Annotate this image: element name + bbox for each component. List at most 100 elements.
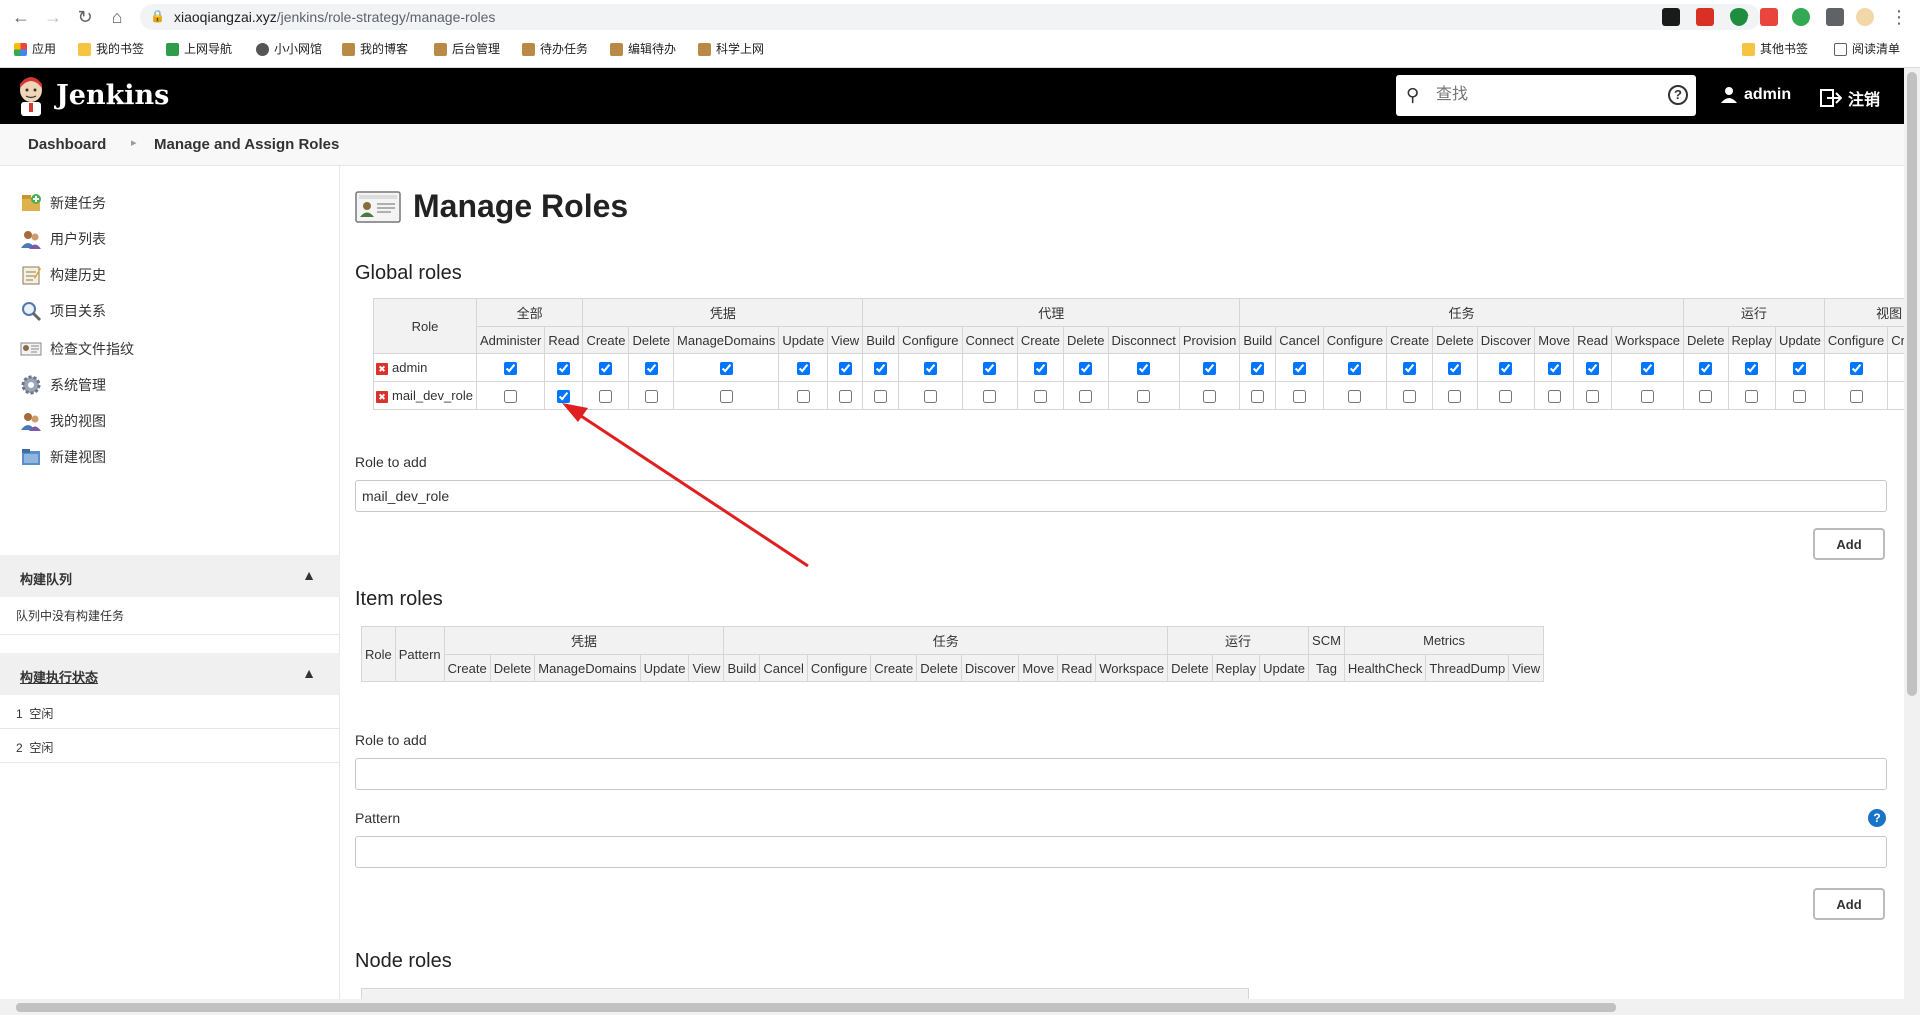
permission-checkbox[interactable] — [1348, 362, 1362, 376]
user-link[interactable]: admin — [1720, 86, 1791, 104]
back-icon[interactable]: ← — [10, 6, 32, 28]
permission-checkbox[interactable] — [1292, 362, 1306, 376]
pattern-help-icon[interactable]: ? — [1868, 809, 1886, 827]
scrollbar-thumb[interactable] — [16, 1003, 1616, 1012]
permission-checkbox[interactable] — [1699, 362, 1713, 376]
permission-checkbox[interactable] — [874, 390, 888, 404]
jenkins-title[interactable]: Jenkins — [56, 80, 169, 111]
permission-checkbox[interactable] — [1499, 362, 1513, 376]
bookmark-item[interactable]: 上网导航 — [166, 40, 232, 58]
permission-checkbox[interactable] — [796, 390, 810, 404]
sidebar-item-my-views[interactable]: 我的视图 — [20, 410, 106, 432]
global-add-button[interactable]: Add — [1813, 528, 1885, 560]
vertical-scrollbar[interactable] — [1904, 68, 1920, 1015]
bookmark-item[interactable]: 编辑待办 — [610, 40, 676, 58]
item-role-to-add-input[interactable] — [355, 758, 1887, 790]
bookmark-item[interactable]: 待办任务 — [522, 40, 588, 58]
permission-checkbox[interactable] — [504, 390, 518, 404]
permission-checkbox[interactable] — [599, 362, 613, 376]
reading-list[interactable]: 阅读清单 — [1834, 40, 1900, 58]
permission-checkbox[interactable] — [1699, 390, 1713, 404]
permission-checkbox[interactable] — [719, 390, 733, 404]
delete-role-icon[interactable]: ✖ — [376, 362, 388, 375]
breadcrumb-current[interactable]: Manage and Assign Roles — [154, 136, 339, 153]
chevron-up-icon[interactable]: ▲ — [302, 567, 316, 583]
permission-checkbox[interactable] — [557, 390, 571, 404]
permission-checkbox[interactable] — [796, 362, 810, 376]
permission-checkbox[interactable] — [1251, 390, 1265, 404]
item-add-button[interactable]: Add — [1813, 888, 1885, 920]
permission-checkbox[interactable] — [1292, 390, 1306, 404]
permission-checkbox[interactable] — [1547, 362, 1561, 376]
sidebar-item-fingerprint[interactable]: 检查文件指纹 — [20, 338, 134, 360]
permission-checkbox[interactable] — [1079, 390, 1093, 404]
permission-checkbox[interactable] — [923, 362, 937, 376]
delete-role-icon[interactable]: ✖ — [376, 390, 388, 403]
permission-checkbox[interactable] — [983, 390, 997, 404]
permission-checkbox[interactable] — [1137, 362, 1151, 376]
permission-checkbox[interactable] — [1745, 390, 1759, 404]
permission-checkbox[interactable] — [1499, 390, 1513, 404]
permission-checkbox[interactable] — [1079, 362, 1093, 376]
bookmark-apps[interactable]: 应用 — [14, 40, 56, 58]
permission-checkbox[interactable] — [504, 362, 518, 376]
permission-checkbox[interactable] — [1641, 390, 1655, 404]
permission-checkbox[interactable] — [1403, 390, 1417, 404]
permission-checkbox[interactable] — [1586, 390, 1600, 404]
extensions-puzzle-icon[interactable] — [1826, 8, 1844, 26]
permission-checkbox[interactable] — [1348, 390, 1362, 404]
permission-checkbox[interactable] — [1203, 390, 1217, 404]
reload-icon[interactable]: ↻ — [74, 6, 96, 28]
global-role-to-add-input[interactable] — [355, 480, 1887, 512]
profile-avatar[interactable] — [1856, 8, 1874, 26]
sidebar-item-users[interactable]: 用户列表 — [20, 228, 106, 250]
logout-link[interactable]: 注销 — [1820, 86, 1880, 110]
address-bar[interactable]: 🔒 xiaoqiangzai.xyz/jenkins/role-strategy… — [140, 4, 1760, 30]
extension-icon[interactable] — [1662, 8, 1680, 26]
permission-checkbox[interactable] — [983, 362, 997, 376]
sidebar-item-manage[interactable]: 系统管理 — [20, 374, 106, 396]
sidebar-item-new-view[interactable]: 新建视图 — [20, 446, 106, 468]
horizontal-scrollbar[interactable] — [0, 999, 1904, 1015]
jenkins-logo-icon[interactable] — [14, 76, 48, 116]
permission-checkbox[interactable] — [838, 390, 852, 404]
permission-checkbox[interactable] — [1641, 362, 1655, 376]
bookmark-item[interactable]: 小小网馆 — [256, 40, 322, 58]
permission-checkbox[interactable] — [1793, 390, 1807, 404]
executor-status[interactable]: 空闲 — [29, 707, 53, 721]
permission-checkbox[interactable] — [1849, 362, 1863, 376]
permission-checkbox[interactable] — [557, 362, 571, 376]
home-icon[interactable]: ⌂ — [106, 6, 128, 28]
search-input[interactable] — [1436, 84, 1656, 106]
permission-checkbox[interactable] — [1251, 362, 1265, 376]
sidebar-item-project-relationship[interactable]: 项目关系 — [20, 300, 106, 322]
bookmark-item[interactable]: 科学上网 — [698, 40, 764, 58]
permission-checkbox[interactable] — [1547, 390, 1561, 404]
permission-checkbox[interactable] — [1033, 362, 1047, 376]
permission-checkbox[interactable] — [874, 362, 888, 376]
permission-checkbox[interactable] — [1849, 390, 1863, 404]
forward-icon[interactable]: → — [42, 6, 64, 28]
browser-menu-icon[interactable]: ⋮ — [1888, 6, 1910, 28]
search-help-icon[interactable]: ? — [1668, 85, 1688, 105]
permission-checkbox[interactable] — [719, 362, 733, 376]
scrollbar-thumb[interactable] — [1907, 72, 1917, 696]
sidebar-item-build-history[interactable]: 构建历史 — [20, 264, 106, 286]
permission-checkbox[interactable] — [1448, 362, 1462, 376]
permission-checkbox[interactable] — [644, 390, 658, 404]
permission-checkbox[interactable] — [644, 362, 658, 376]
permission-checkbox[interactable] — [923, 390, 937, 404]
bookmark-other[interactable]: 其他书签 — [1742, 40, 1808, 58]
extension-icon[interactable] — [1760, 8, 1778, 26]
permission-checkbox[interactable] — [1203, 362, 1217, 376]
permission-checkbox[interactable] — [1793, 362, 1807, 376]
permission-checkbox[interactable] — [1448, 390, 1462, 404]
extension-globe-icon[interactable] — [1792, 8, 1810, 26]
extension-icon[interactable] — [1696, 8, 1714, 26]
bookmark-item[interactable]: 我的书签 — [78, 40, 144, 58]
permission-checkbox[interactable] — [1033, 390, 1047, 404]
build-queue-header[interactable]: 构建队列 ▲ — [0, 555, 340, 597]
chevron-up-icon[interactable]: ▲ — [302, 665, 316, 681]
permission-checkbox[interactable] — [1137, 390, 1151, 404]
breadcrumb-dashboard[interactable]: Dashboard — [28, 136, 106, 153]
